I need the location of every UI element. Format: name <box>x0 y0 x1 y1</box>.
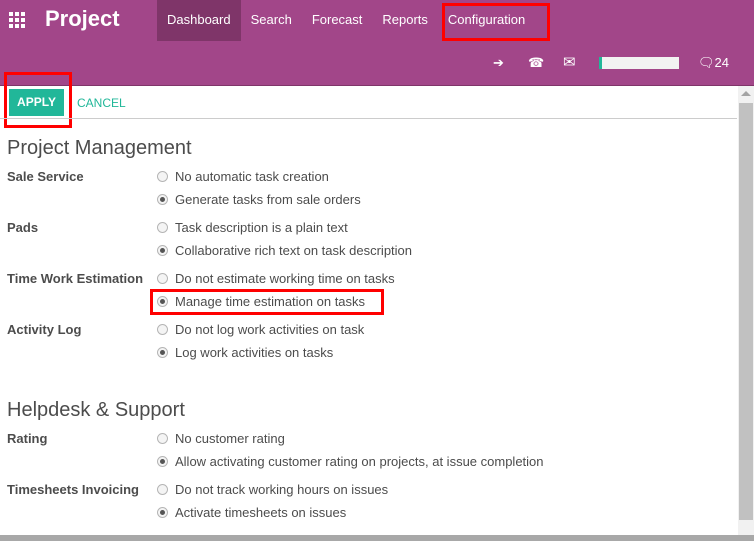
radio-label: Task description is a plain text <box>175 220 348 235</box>
radio-option[interactable]: Allow activating customer rating on proj… <box>157 454 544 469</box>
radio-option[interactable]: Log work activities on tasks <box>157 345 333 360</box>
menu-forecast[interactable]: Forecast <box>302 0 373 41</box>
setting-label: Rating <box>7 431 48 446</box>
radio-label: Do not estimate working time on tasks <box>175 271 395 286</box>
horizontal-scrollbar[interactable] <box>0 535 754 541</box>
radio-option[interactable]: Collaborative rich text on task descript… <box>157 243 412 258</box>
radio-label: Collaborative rich text on task descript… <box>175 243 413 258</box>
chat-icon: 🗨 <box>698 55 715 70</box>
radio-selected-icon[interactable] <box>157 347 168 358</box>
menu-search[interactable]: Search <box>241 0 302 41</box>
app-title: Project <box>45 6 120 31</box>
apply-button[interactable]: APPLY <box>9 89 64 116</box>
radio-label: Do not track working hours on issues <box>175 482 389 497</box>
setting-label: Pads <box>7 220 39 235</box>
top-navbar: Project Dashboard Search Forecast Report… <box>0 0 754 86</box>
radio-unselected-icon[interactable] <box>157 273 168 284</box>
radio-option[interactable]: No automatic task creation <box>157 169 329 184</box>
radio-option[interactable]: Do not log work activities on task <box>157 322 364 337</box>
radio-option[interactable]: Activate timesheets on issues <box>157 505 346 520</box>
radio-unselected-icon[interactable] <box>157 171 168 182</box>
divider <box>0 118 737 119</box>
radio-option[interactable]: Task description is a plain text <box>157 220 348 235</box>
setting-label: Timesheets Invoicing <box>7 482 139 497</box>
radio-unselected-icon[interactable] <box>157 433 168 444</box>
radio-option[interactable]: Do not estimate working time on tasks <box>157 271 395 286</box>
radio-option[interactable]: Do not track working hours on issues <box>157 482 388 497</box>
radio-unselected-icon[interactable] <box>157 222 168 233</box>
radio-option[interactable]: Generate tasks from sale orders <box>157 192 361 207</box>
radio-option[interactable]: Manage time estimation on tasks <box>157 294 365 309</box>
radio-selected-icon[interactable] <box>157 296 168 307</box>
menu-dashboard[interactable]: Dashboard <box>157 0 241 41</box>
scroll-up-arrow-icon[interactable] <box>741 91 751 96</box>
cancel-button[interactable]: CANCEL <box>77 96 126 110</box>
radio-selected-icon[interactable] <box>157 456 168 467</box>
sign-in-icon[interactable]: ➔ <box>493 55 504 71</box>
apps-grid-icon[interactable] <box>9 12 25 28</box>
radio-label: Generate tasks from sale orders <box>175 192 361 207</box>
radio-label: No customer rating <box>175 431 285 446</box>
phone-icon[interactable]: ☎ <box>528 55 544 71</box>
progress-fill <box>599 57 603 69</box>
main-menu: Dashboard Search Forecast Reports Config… <box>157 0 535 41</box>
radio-label: Activate timesheets on issues <box>175 505 347 520</box>
menu-reports[interactable]: Reports <box>372 0 438 41</box>
setting-label: Activity Log <box>7 322 82 337</box>
radio-selected-icon[interactable] <box>157 194 168 205</box>
radio-label: Log work activities on tasks <box>175 345 334 360</box>
radio-option[interactable]: No customer rating <box>157 431 285 446</box>
radio-label: Do not log work activities on task <box>175 322 365 337</box>
radio-label: Allow activating customer rating on proj… <box>175 454 544 469</box>
scrollbar-thumb[interactable] <box>739 103 753 520</box>
menu-configuration[interactable]: Configuration <box>438 0 535 41</box>
radio-unselected-icon[interactable] <box>157 324 168 335</box>
radio-selected-icon[interactable] <box>157 507 168 518</box>
radio-label: Manage time estimation on tasks <box>175 294 366 309</box>
progress-bar <box>599 57 679 69</box>
setting-label: Time Work Estimation <box>7 271 144 286</box>
radio-label: No automatic task creation <box>175 169 329 184</box>
setting-label: Sale Service <box>7 169 84 184</box>
envelope-icon[interactable]: ✉ <box>563 53 576 71</box>
radio-selected-icon[interactable] <box>157 245 168 256</box>
radio-unselected-icon[interactable] <box>157 484 168 495</box>
section-title: Helpdesk & Support <box>7 399 185 421</box>
section-title: Project Management <box>7 137 192 159</box>
messages-count: 24 <box>714 55 729 70</box>
messages-button[interactable]: 🗨24 <box>698 55 729 71</box>
